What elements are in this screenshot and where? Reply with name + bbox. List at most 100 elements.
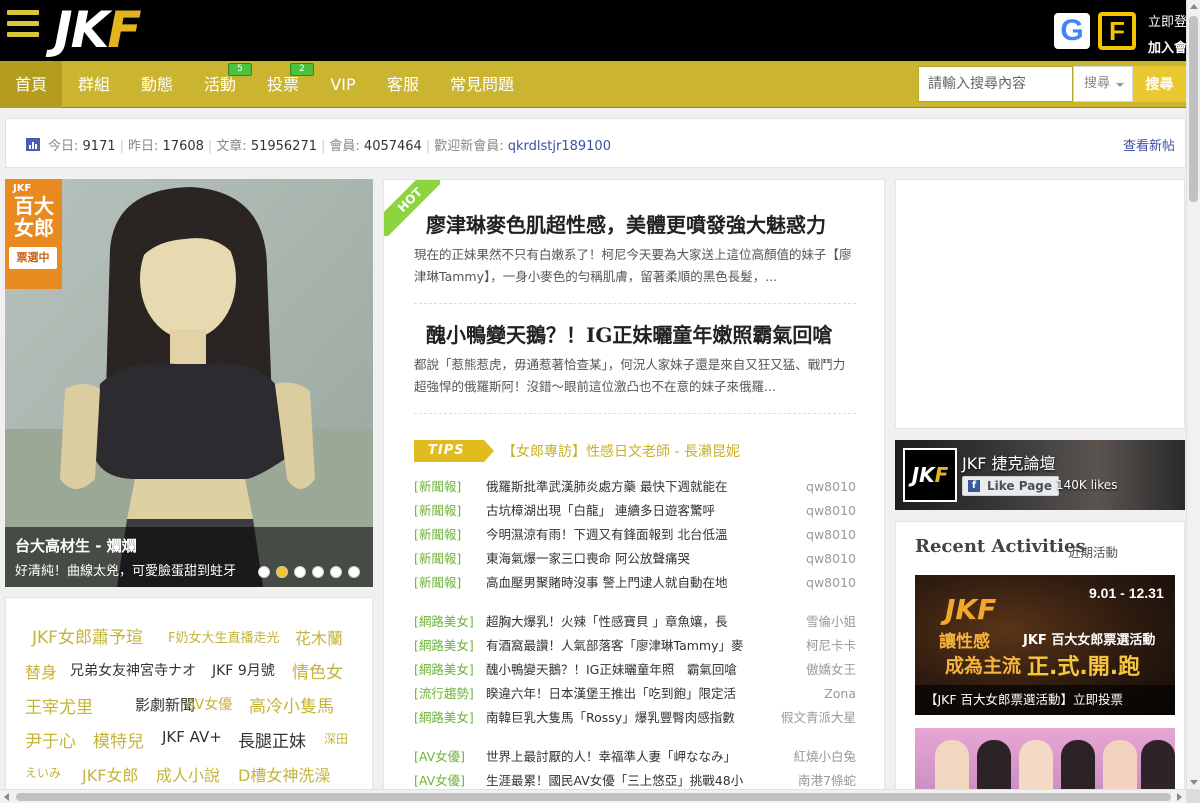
slider-dot[interactable] — [294, 566, 306, 578]
post-row[interactable]: [新聞報] 今明濕涼有雨！下週又有鋒面報到 北台低溫 qw8010 — [414, 525, 856, 545]
post-category[interactable]: [新聞報] — [414, 477, 461, 497]
tag-link[interactable]: 替身 — [25, 659, 57, 683]
featured-headline[interactable]: 醜小鴨變天鵝？！IG正妹曬童年嫩照霸氣回嗆 — [426, 319, 832, 348]
tag-link[interactable]: 王宰尤里 — [25, 693, 93, 718]
post-row[interactable]: [網路美女] 醜小鴨變天鵝？！IG正妹曬童年照 霸氣回嗆 傲嬌女王 — [414, 660, 856, 680]
scroll-left-icon[interactable] — [4, 793, 9, 801]
scroll-right-icon[interactable] — [1177, 793, 1182, 801]
post-title[interactable]: 睽違六年！日本漢堡王推出「吃到飽」限定活 — [486, 684, 756, 704]
post-title[interactable]: 南韓巨乳大隻馬「Rossy」爆乳豐臀肉感指數 — [486, 708, 756, 728]
featured-headline[interactable]: 廖津琳麥色肌超性感，美體更噴發強大魅惑力 — [426, 209, 826, 238]
slider-dot[interactable] — [258, 566, 270, 578]
facebook-like-button[interactable]: f Like Page — [962, 476, 1060, 496]
search-scope-select[interactable]: 搜尋 — [1073, 66, 1133, 102]
post-category[interactable]: [網路美女] — [414, 636, 474, 656]
post-category[interactable]: [AV女優] — [414, 747, 465, 767]
tag-link[interactable]: D槽女神洗澡 — [238, 762, 330, 786]
post-author[interactable]: 紅燒小白兔 — [793, 747, 856, 767]
hero-slider[interactable]: JKF 百大女郎 票選中 台大高材生 - 斕斕 好清純！曲線太兇，可愛臉蛋甜到蛀… — [5, 179, 373, 587]
post-row[interactable]: [新聞報] 俄羅斯批準武漢肺炎處方藥 最快下週就能在 qw8010 — [414, 477, 856, 497]
post-category[interactable]: [新聞報] — [414, 573, 461, 593]
post-category[interactable]: [新聞報] — [414, 549, 461, 569]
post-author[interactable]: 假文青派大星 — [781, 708, 856, 728]
join-link[interactable]: 加入會 — [1148, 37, 1187, 56]
scroll-down-icon[interactable] — [1190, 780, 1198, 785]
post-author[interactable]: qw8010 — [806, 549, 856, 569]
vertical-scrollbar[interactable] — [1186, 0, 1200, 789]
vote-badge[interactable]: JKF 百大女郎 票選中 — [5, 179, 62, 289]
post-title[interactable]: 生涯最累！國民AV女優「三上悠亞」挑戰48小 — [486, 771, 756, 791]
post-row[interactable]: [新聞報] 高血壓男聚賭時沒事 警上門逮人就自動在地 qw8010 — [414, 573, 856, 593]
scroll-thumb[interactable] — [16, 793, 1171, 801]
post-category[interactable]: [網路美女] — [414, 708, 474, 728]
slider-dot[interactable] — [330, 566, 342, 578]
post-category[interactable]: [AV女優] — [414, 771, 465, 791]
tag-link[interactable]: JKF女郎 — [82, 762, 138, 786]
post-row[interactable]: [網路美女] 超胸大爆乳！火辣「性感寶貝 」章魚孃，長 雪倫小姐 — [414, 612, 856, 632]
hero-title[interactable]: 台大高材生 - 斕斕 — [15, 535, 137, 556]
tag-link[interactable]: 高冷小隻馬 — [249, 692, 334, 717]
post-author[interactable]: 南港7條蛇 — [798, 771, 856, 791]
tag-link[interactable]: AV女優 — [186, 694, 232, 714]
nav-vip[interactable]: VIP — [314, 61, 372, 108]
slider-dot[interactable] — [276, 566, 288, 578]
view-new-posts-link[interactable]: 查看新帖 — [1123, 135, 1175, 154]
post-author[interactable]: qw8010 — [806, 501, 856, 521]
post-author[interactable]: qw8010 — [806, 525, 856, 545]
post-title[interactable]: 俄羅斯批準武漢肺炎處方藥 最快下週就能在 — [486, 477, 756, 497]
post-title[interactable]: 有酒窩最讚！人氣部落客「廖津琳Tammy」麥 — [486, 636, 756, 656]
post-category[interactable]: [新聞報] — [414, 525, 461, 545]
post-author[interactable]: 傲嬌女王 — [806, 660, 856, 680]
horizontal-scrollbar[interactable] — [0, 789, 1186, 803]
facebook-page-name[interactable]: JKF 捷克論壇 — [962, 450, 1056, 474]
post-author[interactable]: qw8010 — [806, 573, 856, 593]
post-row[interactable]: [AV女優] 世界上最討厭的人！幸福準人妻「岬ななみ」 紅燒小白兔 — [414, 747, 856, 767]
post-category[interactable]: [網路美女] — [414, 612, 474, 632]
nav-feed[interactable]: 動態 — [126, 61, 188, 108]
post-category[interactable]: [流行趨勢] — [414, 684, 474, 704]
post-row[interactable]: [新聞報] 東海氣爆一家三口喪命 阿公放聲痛哭 qw8010 — [414, 549, 856, 569]
post-title[interactable]: 世界上最討厭的人！幸福準人妻「岬ななみ」 — [486, 747, 756, 767]
tag-link[interactable]: 成人小說 — [156, 762, 220, 786]
tag-link[interactable]: 花木蘭 — [295, 625, 343, 649]
post-title[interactable]: 高血壓男聚賭時沒事 警上門逮人就自動在地 — [486, 573, 756, 593]
tag-link[interactable]: 長腿正妹 — [238, 727, 306, 752]
tag-link[interactable]: 兄弟女友神宮寺ナオ — [70, 660, 196, 680]
search-button[interactable]: 搜尋 — [1133, 66, 1186, 102]
google-login-icon[interactable]: G — [1054, 13, 1090, 49]
tag-link[interactable]: 尹于心 — [25, 727, 76, 752]
search-input[interactable] — [918, 66, 1073, 102]
tag-link[interactable]: JKF 9月號 — [212, 660, 275, 680]
nav-support[interactable]: 客服 — [372, 61, 434, 108]
post-row[interactable]: [AV女優] 生涯最累！國民AV女優「三上悠亞」挑戰48小 南港7條蛇 — [414, 771, 856, 791]
tag-link[interactable]: F奶女大生直播走光 — [168, 627, 279, 646]
nav-groups[interactable]: 群組 — [62, 61, 126, 108]
scroll-thumb[interactable] — [1189, 16, 1198, 202]
post-title[interactable]: 古坑樟湖出現「白龍」 連續多日遊客驚呼 — [486, 501, 756, 521]
slider-dot[interactable] — [348, 566, 360, 578]
scroll-up-icon[interactable] — [1190, 4, 1198, 9]
menu-icon[interactable] — [7, 10, 39, 40]
post-row[interactable]: [網路美女] 南韓巨乳大隻馬「Rossy」爆乳豐臀肉感指數 假文青派大星 — [414, 708, 856, 728]
login-link[interactable]: 立即登 — [1148, 11, 1187, 30]
new-member-link[interactable]: qkrdlstjr189100 — [508, 139, 611, 154]
activity-banner[interactable]: JKF 9.01 - 12.31 讓性感 JKF 百大女郎票選活動 成為主流 正… — [915, 575, 1175, 715]
post-title[interactable]: 超胸大爆乳！火辣「性感寶貝 」章魚孃，長 — [486, 612, 756, 632]
post-title[interactable]: 今明濕涼有雨！下週又有鋒面報到 北台低溫 — [486, 525, 756, 545]
post-title[interactable]: 醜小鴨變天鵝？！IG正妹曬童年照 霸氣回嗆 — [486, 660, 756, 680]
tag-link[interactable]: 情色女 — [292, 658, 343, 683]
post-author[interactable]: 柯尼卡卡 — [806, 636, 856, 656]
post-author[interactable]: Zona — [824, 684, 856, 704]
tag-link[interactable]: 模特兒 — [93, 727, 144, 752]
post-category[interactable]: [新聞報] — [414, 501, 461, 521]
site-logo[interactable]: JK F — [54, 5, 142, 55]
post-title[interactable]: 東海氣爆一家三口喪命 阿公放聲痛哭 — [486, 549, 756, 569]
facebook-page-widget[interactable]: JK F JKF 捷克論壇 f Like Page 140K likes — [895, 440, 1185, 510]
post-row[interactable]: [流行趨勢] 睽違六年！日本漢堡王推出「吃到飽」限定活 Zona — [414, 684, 856, 704]
post-row[interactable]: [網路美女] 有酒窩最讚！人氣部落客「廖津琳Tammy」麥 柯尼卡卡 — [414, 636, 856, 656]
post-author[interactable]: qw8010 — [806, 477, 856, 497]
post-row[interactable]: [新聞報] 古坑樟湖出現「白龍」 連續多日遊客驚呼 qw8010 — [414, 501, 856, 521]
tag-link[interactable]: 深田 — [324, 730, 348, 747]
nav-faq[interactable]: 常見問題 — [434, 61, 530, 108]
tips-link[interactable]: 【女郎專訪】性感日文老師 - 長瀨昆妮 — [502, 441, 740, 461]
